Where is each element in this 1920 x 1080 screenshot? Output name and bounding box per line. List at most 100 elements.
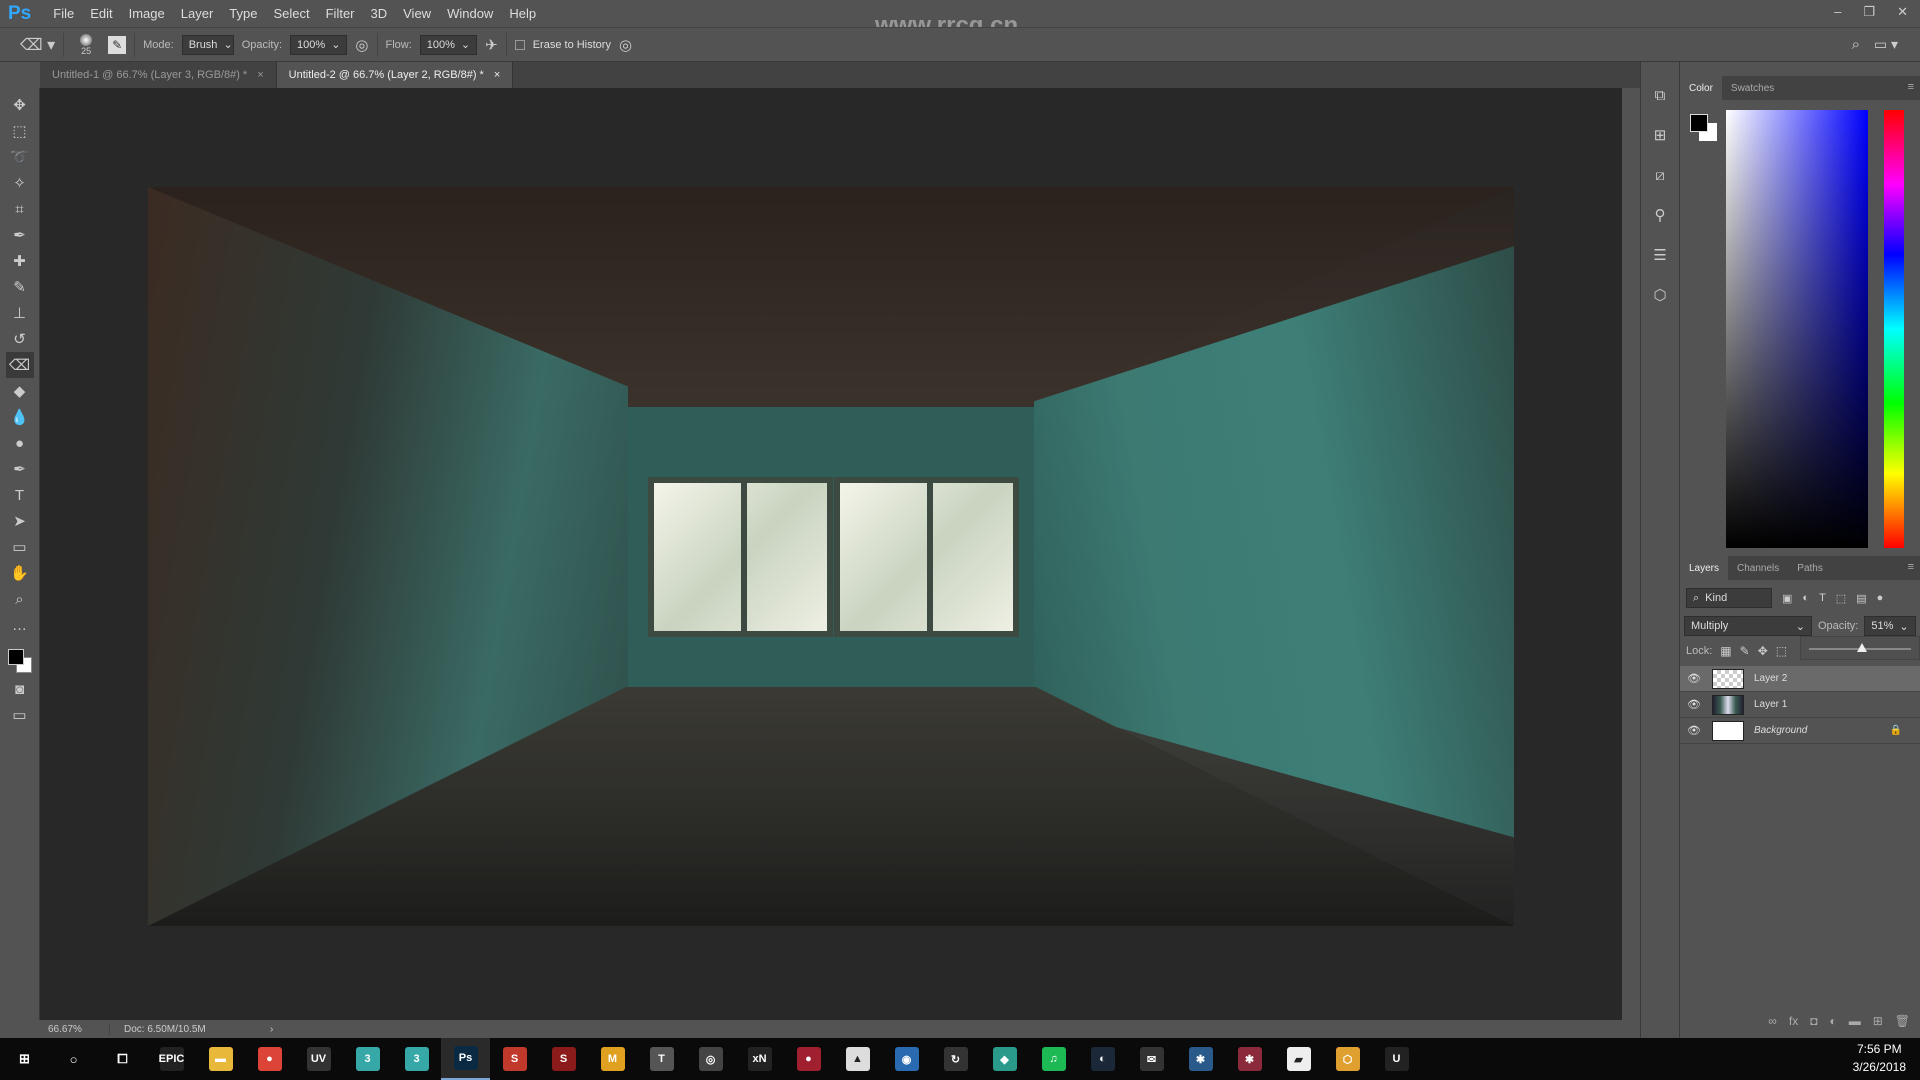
crop-icon[interactable]: ⌗ — [6, 196, 34, 222]
flow-field[interactable]: 100% ⌄ — [419, 34, 478, 55]
adjustments-icon[interactable]: ☰ — [1647, 242, 1673, 268]
dodge-icon[interactable]: ● — [6, 430, 34, 456]
layer-row[interactable]: 👁 Layer 2 — [1680, 666, 1920, 692]
cortana-button[interactable]: ○ — [49, 1038, 98, 1080]
paint-bucket-icon[interactable]: ◆ — [6, 378, 34, 404]
taskbar-notes[interactable]: ▰ — [1274, 1038, 1323, 1080]
type-icon[interactable]: T — [6, 482, 34, 508]
lasso-icon[interactable]: ➰ — [6, 144, 34, 170]
magic-wand-icon[interactable]: ✧ — [6, 170, 34, 196]
taskbar-steam[interactable]: ◐ — [1078, 1038, 1127, 1080]
visibility-eye-icon[interactable]: 👁 — [1680, 724, 1708, 737]
delete-layer-icon[interactable]: 🗑 — [1895, 1014, 1910, 1028]
filter-smart-icon[interactable]: ▤ — [1856, 592, 1866, 605]
taskbar-uv[interactable]: UV — [294, 1038, 343, 1080]
close-tab-icon[interactable]: × — [494, 69, 500, 81]
taskbar-substance-designer[interactable]: S — [539, 1038, 588, 1080]
canvas-area[interactable] — [40, 88, 1622, 1020]
hue-slider[interactable] — [1884, 110, 1904, 548]
filter-adjustment-icon[interactable]: ◐ — [1802, 592, 1809, 604]
taskbar-app17[interactable]: ◆ — [980, 1038, 1029, 1080]
color-field[interactable] — [1726, 110, 1868, 548]
tab-layers[interactable]: Layers — [1680, 556, 1729, 580]
menu-view[interactable]: View — [395, 6, 439, 21]
pressure-opacity-icon[interactable]: ◎ — [355, 36, 368, 54]
layer-row[interactable]: 👁 Background 🔒 — [1680, 718, 1920, 744]
filter-shape-icon[interactable]: ⬚ — [1836, 592, 1846, 605]
mode-dropdown[interactable]: Brush ⌄ — [181, 34, 234, 55]
tab-color[interactable]: Color — [1680, 76, 1722, 100]
visibility-eye-icon[interactable]: 👁 — [1680, 698, 1708, 711]
layer-opacity-field[interactable]: 51% ⌄ — [1864, 616, 1916, 636]
workspace-icon[interactable]: ▭ ▾ — [1874, 36, 1898, 53]
taskbar-app16[interactable]: ↻ — [931, 1038, 980, 1080]
brush-preset-picker[interactable]: 25 — [72, 33, 100, 56]
move-icon[interactable]: ✥ — [6, 92, 34, 118]
search-icon[interactable]: ⌕ — [1852, 36, 1860, 53]
menu-filter[interactable]: Filter — [318, 6, 363, 21]
taskbar-spotify[interactable]: ♫ — [1029, 1038, 1078, 1080]
status-menu-arrow[interactable]: › — [270, 1024, 273, 1035]
lock-transparent-icon[interactable]: ▦ — [1720, 644, 1731, 658]
pressure-size-icon[interactable]: ◎ — [619, 36, 632, 54]
rectangle-icon[interactable]: ▭ — [6, 534, 34, 560]
3d-panel-icon[interactable]: ⬡ — [1647, 282, 1673, 308]
taskbar-explorer[interactable]: ▬ — [196, 1038, 245, 1080]
taskbar-app11[interactable]: ◎ — [686, 1038, 735, 1080]
brush-icon[interactable]: ✎ — [6, 274, 34, 300]
link-layers-icon[interactable]: ∞ — [1768, 1014, 1777, 1028]
menu-edit[interactable]: Edit — [82, 6, 120, 21]
foreground-swatch[interactable] — [1690, 114, 1708, 132]
opacity-slider[interactable] — [1800, 636, 1920, 660]
restore-button[interactable]: ❐ — [1863, 4, 1875, 20]
history-brush-icon[interactable]: ↺ — [6, 326, 34, 352]
close-tab-icon[interactable]: × — [257, 69, 263, 81]
taskbar-3dsmax[interactable]: 3 — [343, 1038, 392, 1080]
start-button[interactable]: ⊞ — [0, 1038, 49, 1080]
taskbar-xnormal[interactable]: xN — [735, 1038, 784, 1080]
lock-position-icon[interactable]: ✥ — [1758, 644, 1768, 658]
new-group-icon[interactable]: ▬ — [1849, 1014, 1861, 1028]
new-adjustment-icon[interactable]: ◐ — [1829, 1014, 1836, 1028]
menu-3d[interactable]: 3D — [363, 6, 396, 21]
task-view-button[interactable]: ⧠ — [98, 1038, 147, 1080]
panel-menu-icon[interactable]: ≡ — [1908, 81, 1914, 93]
system-clock[interactable]: 7:56 PM 3/26/2018 — [1853, 1040, 1906, 1076]
taskbar-app14[interactable]: ▲ — [833, 1038, 882, 1080]
menu-file[interactable]: File — [45, 6, 82, 21]
taskbar-app15[interactable]: ◉ — [882, 1038, 931, 1080]
layers-menu-icon[interactable]: ≡ — [1908, 561, 1914, 573]
opacity-field[interactable]: 100% ⌄ — [290, 34, 348, 55]
tab-swatches[interactable]: Swatches — [1722, 76, 1783, 100]
brush-settings-icon[interactable]: ✎ — [108, 35, 127, 54]
eyedropper-icon[interactable]: ✒ — [6, 222, 34, 248]
clone-source-icon[interactable]: ⧄ — [1647, 162, 1673, 188]
new-layer-icon[interactable]: ⊞ — [1873, 1014, 1883, 1028]
taskbar-3dsmax2[interactable]: 3 — [392, 1038, 441, 1080]
path-select-icon[interactable]: ➤ — [6, 508, 34, 534]
add-mask-icon[interactable]: ◘ — [1810, 1014, 1817, 1028]
document-tab[interactable]: Untitled-2 @ 66.7% (Layer 2, RGB/8#) * × — [276, 62, 514, 88]
quick-mask-icon[interactable]: ◙ — [6, 676, 34, 702]
taskbar-app24[interactable]: ⬡ — [1323, 1038, 1372, 1080]
blend-mode-dropdown[interactable]: Multiply ⌄ — [1684, 616, 1812, 636]
menu-image[interactable]: Image — [121, 6, 173, 21]
minimize-button[interactable]: – — [1834, 4, 1841, 20]
taskbar-app22[interactable]: ✱ — [1225, 1038, 1274, 1080]
menu-layer[interactable]: Layer — [173, 6, 222, 21]
taskbar-epic[interactable]: EPIC — [147, 1038, 196, 1080]
taskbar-unreal[interactable]: U — [1372, 1038, 1421, 1080]
zoom-icon[interactable]: ⌕ — [6, 586, 34, 612]
filter-type-icon[interactable]: T — [1819, 592, 1826, 604]
taskbar-app21[interactable]: ✱ — [1176, 1038, 1225, 1080]
layer-filter-dropdown[interactable]: ⌕ Kind — [1686, 588, 1772, 608]
visibility-eye-icon[interactable]: 👁 — [1680, 672, 1708, 685]
menu-type[interactable]: Type — [221, 6, 265, 21]
layer-row[interactable]: 👁 Layer 1 — [1680, 692, 1920, 718]
pen-icon[interactable]: ✒ — [6, 456, 34, 482]
more-icon[interactable]: … — [6, 612, 34, 638]
healing-icon[interactable]: ✚ — [6, 248, 34, 274]
properties-panel-icon[interactable]: ⊞ — [1647, 122, 1673, 148]
brush-panel-icon[interactable]: ⚲ — [1647, 202, 1673, 228]
taskbar-marmoset[interactable]: M — [588, 1038, 637, 1080]
